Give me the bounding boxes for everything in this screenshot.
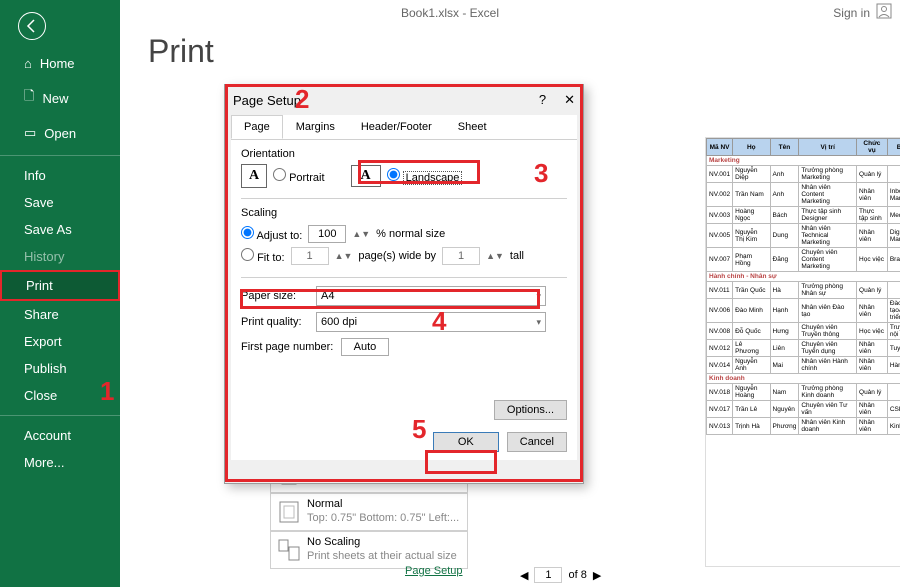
portrait-radio[interactable]: Portrait [273, 168, 325, 184]
scaling-dropdown[interactable]: No ScalingPrint sheets at their actual s… [270, 531, 468, 569]
first-page-label: First page number: [241, 341, 341, 353]
options-button[interactable]: Options... [494, 400, 567, 420]
page-setup-dialog: Page Setup ? ✕ Page Margins Header/Foote… [224, 84, 584, 484]
page-count: of 8 [568, 569, 586, 581]
print-preview: Mã NVHọTênVị tríChức vụBộ phậnGiới tínhN… [705, 137, 900, 567]
tab-margins[interactable]: Margins [283, 115, 348, 139]
sidebar-item-publish[interactable]: Publish [0, 355, 120, 382]
fit-tall-input[interactable] [442, 247, 480, 265]
app-title: Book1.xlsx - Excel [401, 6, 499, 20]
sidebar-item-print[interactable]: Print [0, 270, 120, 301]
portrait-a-icon: A [241, 164, 267, 188]
next-page-button[interactable]: ▶ [593, 569, 601, 582]
sidebar-item-history[interactable]: History [0, 243, 120, 270]
page-number-input[interactable] [534, 567, 562, 583]
print-quality-label: Print quality: [241, 316, 316, 328]
back-button[interactable] [18, 12, 46, 40]
sidebar-item-info[interactable]: Info [0, 162, 120, 189]
sidebar-item-account[interactable]: Account [0, 422, 120, 449]
preview-table: Mã NVHọTênVị tríChức vụBộ phậnGiới tínhN… [706, 138, 900, 435]
page-title: Print [148, 33, 900, 70]
new-icon: 🗋 [24, 87, 34, 109]
fit-to-radio[interactable]: Fit to: [241, 248, 285, 264]
scaling-icon [277, 538, 301, 562]
sidebar-item-more[interactable]: More... [0, 449, 120, 476]
paper-size-label: Paper size: [241, 290, 316, 302]
chevron-down-icon: ▾ [536, 317, 541, 328]
home-icon: ⌂ [24, 56, 32, 71]
sidebar-item-share[interactable]: Share [0, 301, 120, 328]
sidebar-item-close[interactable]: Close [0, 382, 120, 409]
dialog-title: Page Setup [233, 93, 301, 108]
adjust-percent-input[interactable] [308, 225, 346, 243]
tab-page[interactable]: Page [231, 115, 283, 139]
help-button[interactable]: ? [539, 92, 546, 108]
print-quality-select[interactable]: 600 dpi▾ [316, 312, 546, 332]
signin-icon[interactable] [876, 3, 892, 24]
sidebar-item-export[interactable]: Export [0, 328, 120, 355]
chevron-down-icon: ▾ [536, 291, 541, 302]
paper-size-select[interactable]: A4▾ [316, 286, 546, 306]
signin-link[interactable]: Sign in [833, 6, 870, 20]
sidebar-item-saveas[interactable]: Save As [0, 216, 120, 243]
tab-sheet[interactable]: Sheet [445, 115, 500, 139]
page-nav: ◀ of 8 ▶ [520, 563, 601, 587]
cancel-button[interactable]: Cancel [507, 432, 567, 452]
sidebar-item-save[interactable]: Save [0, 189, 120, 216]
open-icon: ▭ [24, 125, 36, 141]
landscape-radio[interactable]: Landscape [387, 168, 463, 184]
sidebar-item-home[interactable]: ⌂Home [0, 48, 120, 79]
landscape-a-icon: A [351, 165, 381, 187]
orientation-label: Orientation [241, 148, 567, 160]
scaling-label: Scaling [241, 207, 567, 219]
first-page-input[interactable] [341, 338, 389, 356]
sidebar-item-open[interactable]: ▭Open [0, 117, 120, 149]
tab-headerfooter[interactable]: Header/Footer [348, 115, 445, 139]
ok-button[interactable]: OK [433, 432, 499, 452]
sidebar-item-new[interactable]: 🗋New [0, 79, 120, 117]
page-setup-link[interactable]: Page Setup [405, 565, 463, 577]
close-icon[interactable]: ✕ [564, 92, 575, 108]
margins-dropdown[interactable]: NormalTop: 0.75" Bottom: 0.75" Left:... [270, 493, 468, 531]
backstage-sidebar: ⌂Home 🗋New ▭Open Info Save Save As Histo… [0, 0, 120, 587]
fit-wide-input[interactable] [291, 247, 329, 265]
adjust-to-radio[interactable]: Adjust to: [241, 226, 302, 242]
prev-page-button[interactable]: ◀ [520, 569, 528, 582]
margins-icon [277, 500, 301, 524]
